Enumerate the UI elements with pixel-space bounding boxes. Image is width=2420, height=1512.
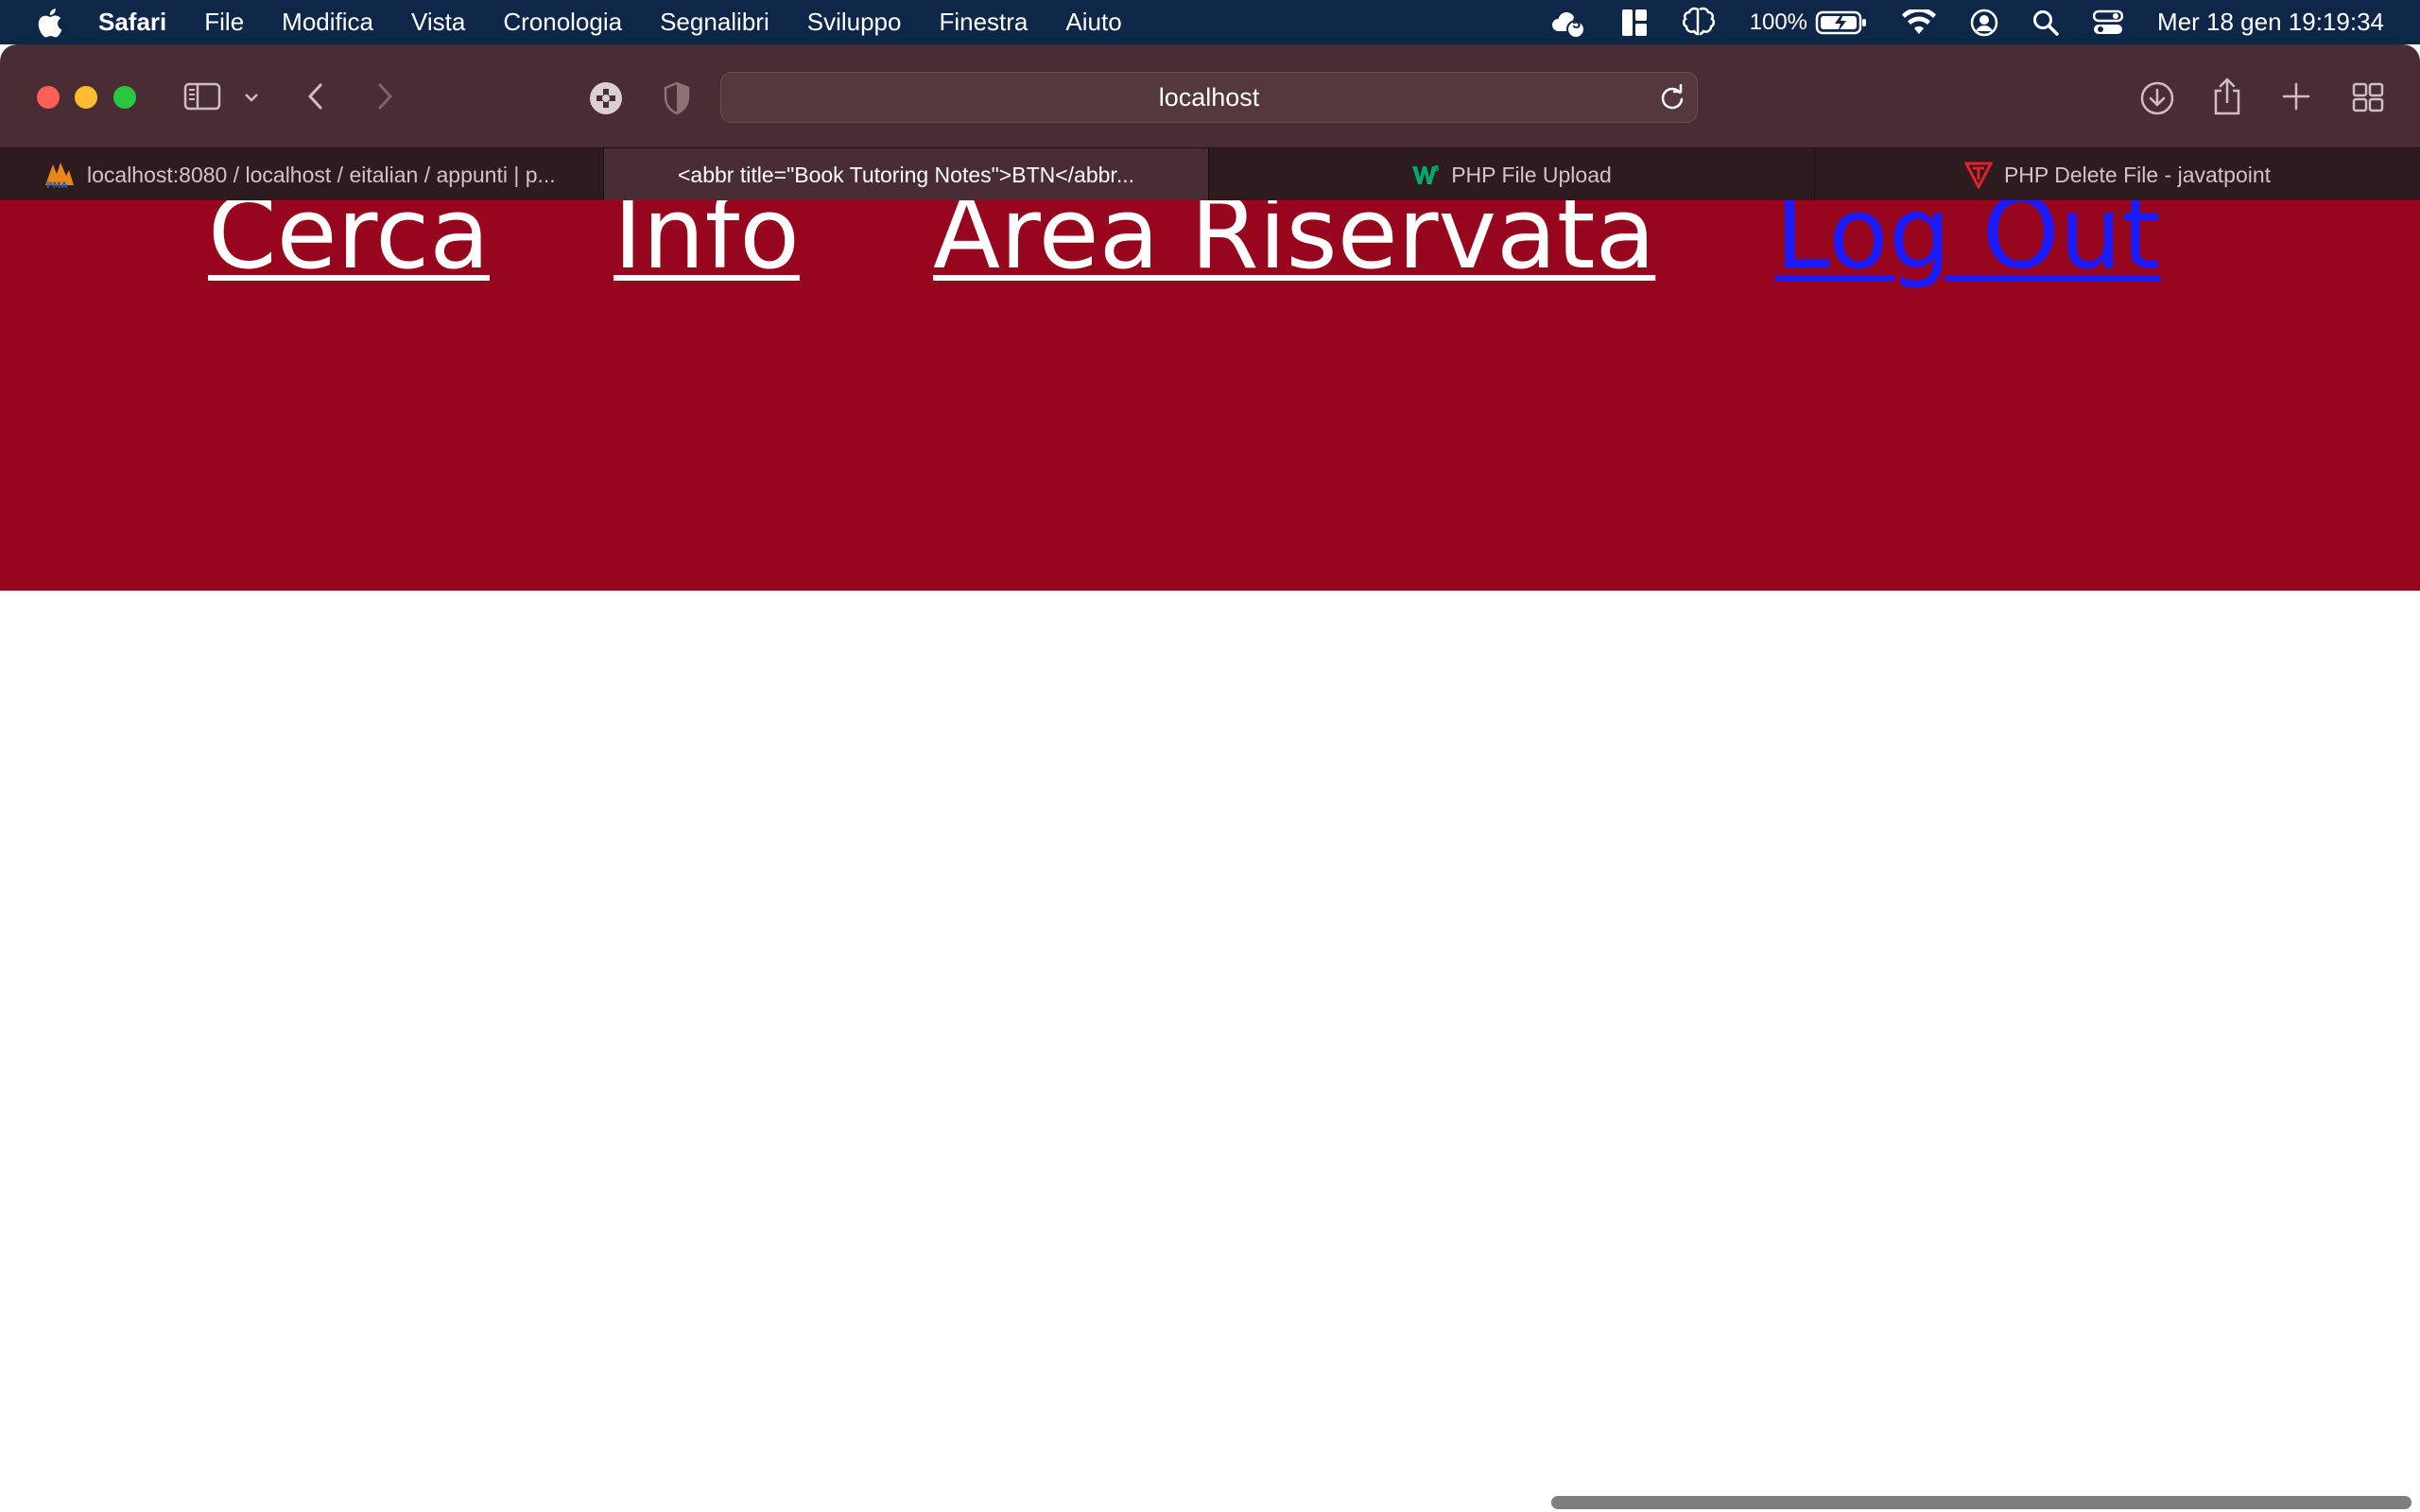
nav-link-cerca[interactable]: Cerca — [208, 200, 490, 304]
menu-vista[interactable]: Vista — [411, 8, 465, 37]
battery-percent: 100% — [1749, 9, 1808, 35]
privacy-shield-icon[interactable] — [663, 81, 691, 115]
menu-app-name[interactable]: Safari — [98, 8, 166, 37]
extension-icon[interactable] — [589, 81, 623, 115]
tab-title: PHP File Upload — [1451, 162, 1612, 187]
tab-btn-abbr[interactable]: <abbr title="Book Tutoring Notes">BTN</a… — [604, 148, 1209, 201]
address-bar[interactable]: localhost — [720, 72, 1698, 123]
reload-icon[interactable] — [1659, 83, 1685, 115]
tab-php-delete-file[interactable]: PHP Delete File - javatpoint — [1815, 148, 2420, 201]
tab-phpmyadmin[interactable]: PMA localhost:8080 / localhost / eitalia… — [0, 148, 604, 201]
share-icon[interactable] — [2212, 77, 2242, 115]
minimize-window-button[interactable] — [75, 86, 97, 109]
web-page-viewport: Cerca Info Area Riservata Log Out — [0, 200, 2420, 1512]
brain-icon[interactable] — [1682, 7, 1716, 39]
safari-toolbar: localhost — [0, 44, 2420, 147]
notification-cloud-icon[interactable]: 5 — [1549, 7, 1587, 39]
tab-bar: PMA localhost:8080 / localhost / eitalia… — [0, 147, 2420, 201]
javatpoint-favicon-icon — [1963, 161, 1993, 189]
phpmyadmin-favicon-icon: PMA — [43, 161, 76, 189]
control-center-icon[interactable] — [2093, 9, 2124, 36]
sidebar-toggle-icon[interactable] — [183, 82, 221, 111]
user-account-icon[interactable] — [1970, 9, 1998, 37]
downloads-icon[interactable] — [2139, 80, 2175, 116]
tab-overview-icon[interactable] — [2352, 82, 2384, 112]
menubar-clock[interactable]: Mer 18 gen 19:19:34 — [2157, 8, 2384, 37]
tab-title: PHP Delete File - javatpoint — [2003, 162, 2272, 187]
layout-grid-icon[interactable] — [1621, 9, 1648, 37]
wifi-icon[interactable] — [1902, 9, 1937, 36]
nav-link-log-out[interactable]: Log Out — [1775, 200, 2160, 304]
svg-text:3: 3 — [1434, 164, 1440, 173]
svg-text:PMA: PMA — [46, 181, 68, 189]
tab-php-file-upload[interactable]: 3 PHP File Upload — [1209, 148, 1815, 201]
chevron-down-icon[interactable] — [244, 92, 259, 103]
safari-window: localhost PMA localhost:8080 / localhost… — [0, 44, 2420, 1512]
spotlight-search-icon[interactable] — [2032, 9, 2059, 36]
close-window-button[interactable] — [37, 86, 60, 109]
menu-file[interactable]: File — [204, 8, 244, 37]
address-bar-url: localhost — [1158, 83, 1260, 112]
tab-title: localhost:8080 / localhost / eitalian / … — [87, 162, 556, 187]
horizontal-scrollbar[interactable] — [1551, 1496, 2411, 1509]
tab-title: <abbr title="Book Tutoring Notes">BTN</a… — [678, 162, 1134, 187]
menu-modifica[interactable]: Modifica — [282, 8, 373, 37]
menu-sviluppo[interactable]: Sviluppo — [807, 8, 902, 37]
forward-arrow-icon[interactable] — [375, 82, 394, 111]
new-tab-plus-icon[interactable] — [2282, 82, 2310, 111]
menu-segnalibri[interactable]: Segnalibri — [660, 8, 769, 37]
notification-count: 5 — [1572, 15, 1582, 32]
menu-cronologia[interactable]: Cronologia — [503, 8, 622, 37]
battery-charging-icon[interactable] — [1815, 9, 1868, 36]
menu-bar: Safari File Modifica Vista Cronologia Se… — [0, 0, 2420, 44]
back-arrow-icon[interactable] — [306, 82, 325, 111]
page-header-banner: Cerca Info Area Riservata Log Out — [0, 200, 2420, 591]
menu-aiuto[interactable]: Aiuto — [1065, 8, 1121, 37]
menu-finestra[interactable]: Finestra — [939, 8, 1028, 37]
nav-link-info[interactable]: Info — [614, 200, 800, 304]
fullscreen-window-button[interactable] — [113, 86, 136, 109]
nav-link-area-riservata[interactable]: Area Riservata — [933, 200, 1655, 304]
w3schools-favicon-icon: 3 — [1411, 163, 1440, 186]
apple-menu-icon[interactable] — [36, 7, 64, 39]
